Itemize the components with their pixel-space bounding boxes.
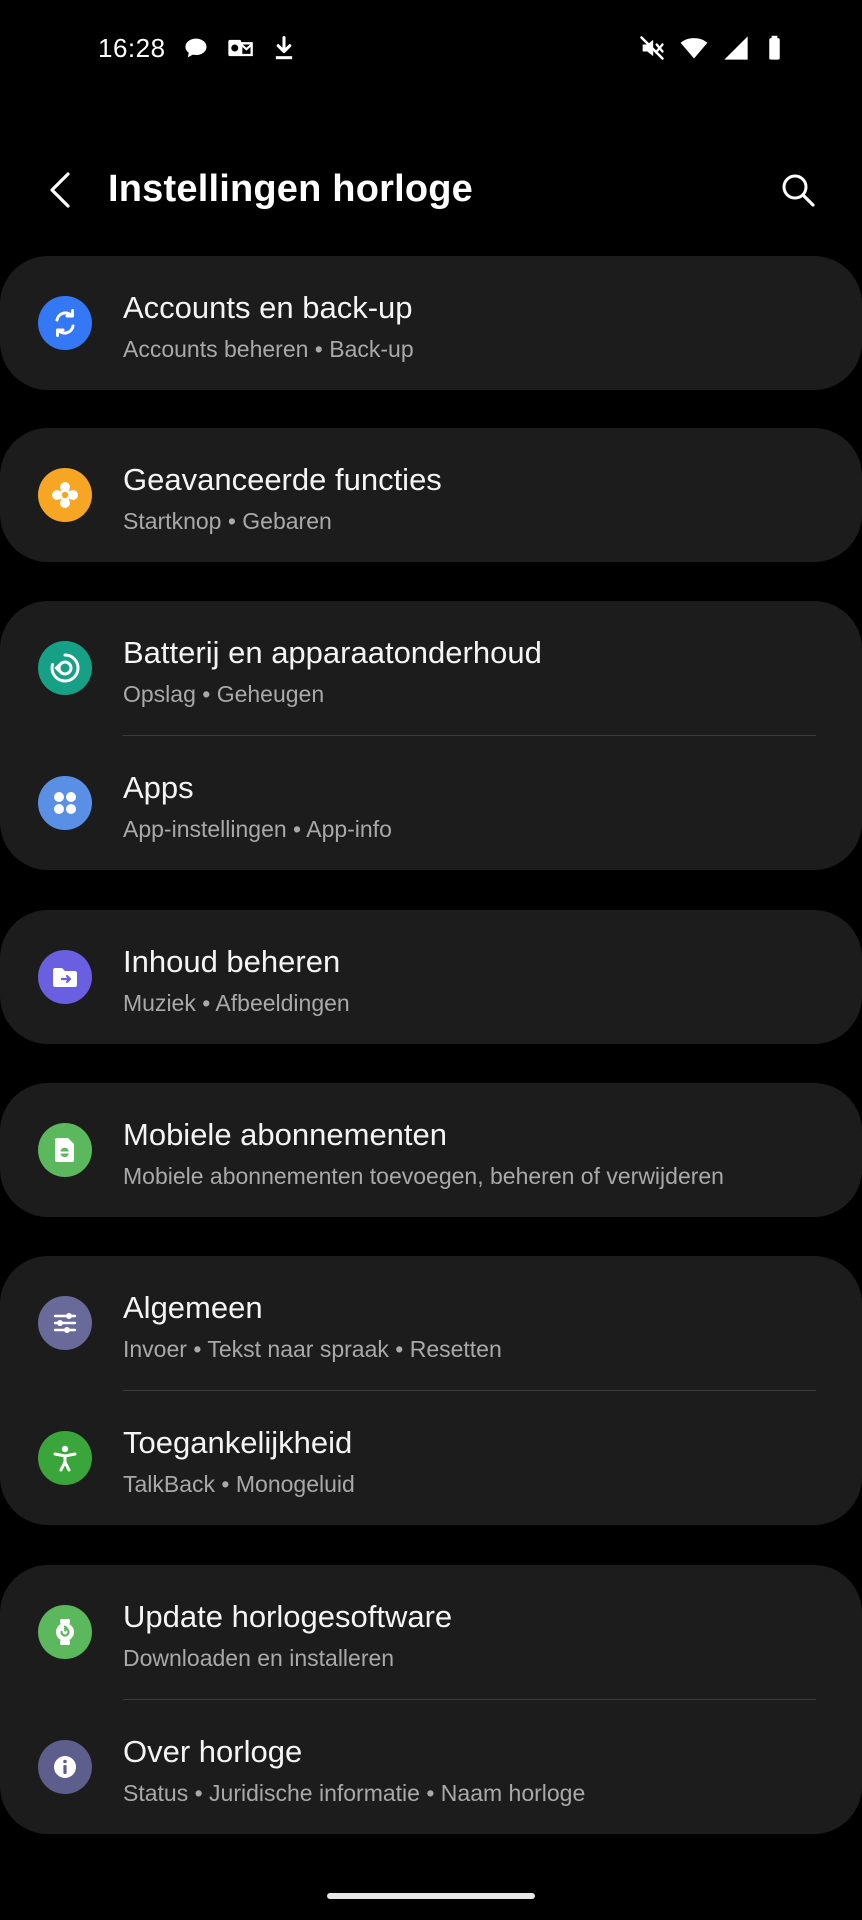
setting-item-accessibility[interactable]: Toegankelijkheid TalkBack • Monogeluid (0, 1391, 862, 1525)
status-right-icons (638, 34, 792, 62)
signal-icon (724, 36, 748, 60)
battery-icon (769, 35, 780, 60)
settings-card-mobile-plans: Mobiele abonnementen Mobiele abonnemente… (0, 1083, 862, 1217)
setting-title: Batterij en apparaatonderhoud (123, 635, 542, 670)
setting-title: Mobiele abonnementen (123, 1117, 448, 1152)
sliders-icon (38, 1296, 92, 1350)
outlook-mail-icon (228, 39, 253, 57)
setting-title: Update horlogesoftware (123, 1599, 453, 1634)
setting-item-accounts[interactable]: Accounts en back-up Accounts beheren • B… (0, 256, 862, 390)
download-icon (275, 35, 293, 60)
setting-item-manage-content[interactable]: Inhoud beheren Muziek • Afbeeldingen (0, 910, 862, 1044)
setting-title: Inhoud beheren (123, 944, 341, 979)
setting-subtitle: Startknop • Gebaren (123, 508, 332, 534)
back-arrow-icon (50, 172, 70, 208)
search-icon (782, 174, 815, 207)
apps-grid-icon (38, 776, 92, 830)
device-care-icon (38, 641, 92, 695)
status-bar: 16:28 (0, 0, 862, 100)
status-time: 16:28 (98, 33, 166, 63)
watch-update-icon (38, 1605, 92, 1659)
setting-title: Algemeen (123, 1290, 263, 1325)
settings-card-accounts: Accounts en back-up Accounts beheren • B… (0, 256, 862, 390)
setting-subtitle: Mobiele abonnementen toevoegen, beheren … (123, 1163, 724, 1189)
setting-item-watch-update[interactable]: Update horlogesoftware Downloaden en ins… (0, 1565, 862, 1699)
status-left-icons (182, 34, 298, 62)
setting-subtitle: Accounts beheren • Back-up (123, 336, 414, 362)
setting-subtitle: App-instellingen • App-info (123, 816, 392, 842)
setting-subtitle: Invoer • Tekst naar spraak • Resetten (123, 1336, 502, 1362)
sync-icon (38, 296, 92, 350)
setting-subtitle: Status • Juridische informatie • Naam ho… (123, 1780, 586, 1806)
wifi-icon (680, 38, 708, 59)
gear-flower-icon (38, 468, 92, 522)
setting-title: Apps (123, 770, 194, 805)
folder-icon (38, 950, 92, 1004)
app-bar: Instellingen horloge (0, 150, 862, 230)
search-button[interactable] (770, 162, 826, 218)
mute-icon (640, 36, 664, 60)
settings-card-advanced: Geavanceerde functies Startknop • Gebare… (0, 428, 862, 562)
chat-bubble-icon (185, 38, 207, 58)
setting-subtitle: TalkBack • Monogeluid (123, 1471, 355, 1497)
setting-title: Toegankelijkheid (123, 1425, 353, 1460)
page-title: Instellingen horloge (108, 168, 474, 210)
setting-subtitle: Opslag • Geheugen (123, 681, 325, 707)
setting-title: Geavanceerde functies (123, 462, 442, 497)
setting-item-about-watch[interactable]: Over horloge Status • Juridische informa… (0, 1700, 862, 1834)
settings-card-about: Update horlogesoftware Downloaden en ins… (0, 1565, 862, 1834)
back-button[interactable] (38, 162, 82, 218)
setting-title: Accounts en back-up (123, 290, 413, 325)
settings-card-content: Inhoud beheren Muziek • Afbeeldingen (0, 910, 862, 1044)
gesture-nav-handle[interactable] (327, 1893, 535, 1899)
setting-item-general[interactable]: Algemeen Invoer • Tekst naar spraak • Re… (0, 1256, 862, 1390)
setting-subtitle: Downloaden en installeren (123, 1645, 395, 1671)
settings-card-device: Batterij en apparaatonderhoud Opslag • G… (0, 601, 862, 870)
setting-item-apps[interactable]: Apps App-instellingen • App-info (0, 736, 862, 870)
setting-item-mobile-plans[interactable]: Mobiele abonnementen Mobiele abonnemente… (0, 1083, 862, 1217)
esim-icon (38, 1123, 92, 1177)
setting-title: Over horloge (123, 1734, 303, 1769)
setting-subtitle: Muziek • Afbeeldingen (123, 990, 350, 1016)
settings-card-general: Algemeen Invoer • Tekst naar spraak • Re… (0, 1256, 862, 1525)
setting-item-battery-device-care[interactable]: Batterij en apparaatonderhoud Opslag • G… (0, 601, 862, 735)
accessibility-icon (38, 1431, 92, 1485)
setting-item-advanced-features[interactable]: Geavanceerde functies Startknop • Gebare… (0, 428, 862, 562)
info-icon (38, 1740, 92, 1794)
